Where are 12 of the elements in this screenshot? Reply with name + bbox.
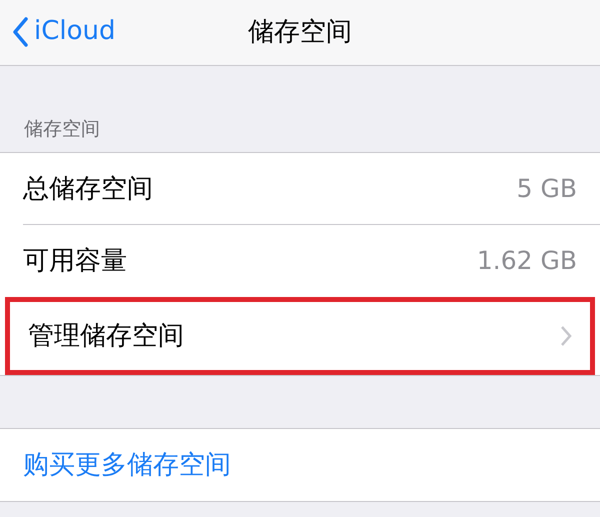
row-label: 总储存空间 — [23, 172, 153, 206]
row-label: 可用容量 — [23, 244, 127, 278]
row-value: 1.62 GB — [476, 245, 577, 278]
row-label: 管理储存空间 — [28, 320, 184, 352]
section-header: 储存空间 — [23, 117, 101, 142]
settings-row[interactable]: 管理储存空间 — [5, 297, 595, 375]
chevron-left-icon — [12, 16, 28, 46]
row-value: 5 GB — [516, 173, 577, 206]
buy-storage-button[interactable]: 购买更多储存空间 — [23, 446, 231, 484]
back-button[interactable]: iCloud — [12, 12, 116, 51]
chevron-right-icon — [560, 325, 572, 347]
page-title: 储存空间 — [248, 16, 352, 49]
